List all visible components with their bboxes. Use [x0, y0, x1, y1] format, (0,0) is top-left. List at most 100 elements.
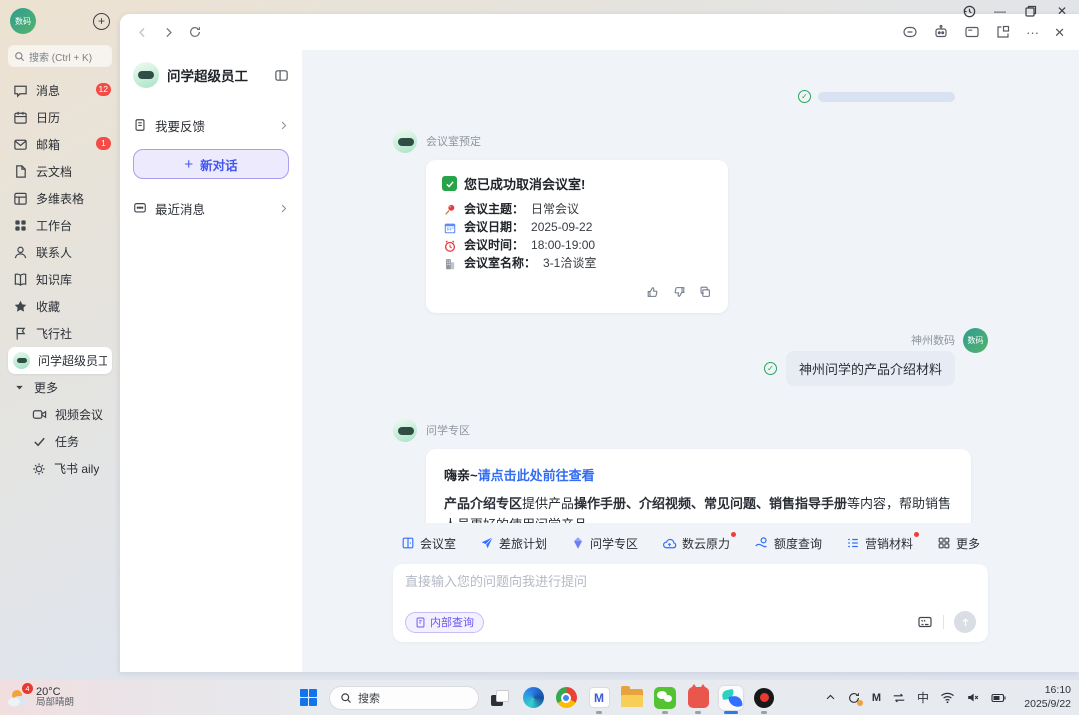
robot-icon[interactable]: [933, 24, 949, 40]
building-icon: [442, 256, 457, 271]
chip-marketing-material[interactable]: 营销材料: [846, 535, 913, 552]
global-search-input[interactable]: 搜索 (Ctrl + K): [8, 45, 112, 67]
bot-avatar: [133, 62, 159, 88]
sidebar-item-contacts[interactable]: 联系人: [8, 239, 112, 266]
composer: 内部查询: [393, 564, 988, 642]
taskbar: 4 20°C 局部晴朗 搜索 M M 中 16:10 2025/9/: [0, 680, 1079, 715]
chip-wenxue-zone[interactable]: 问学专区: [571, 535, 638, 552]
new-chat-button[interactable]: + 新对话: [133, 149, 289, 179]
feedback-doc-icon: [133, 118, 147, 132]
edge-icon[interactable]: [521, 686, 545, 710]
video-icon: [32, 407, 47, 422]
message-bubble: 神州问学的产品介绍材料: [786, 351, 955, 386]
plus-icon: +: [184, 157, 193, 172]
chrome-icon[interactable]: [554, 686, 578, 710]
wenxue-card: 嗨亲~请点击此处前往查看 产品介绍专区提供产品操作手册、介绍视频、常见问题、销售…: [426, 449, 971, 524]
battery-icon[interactable]: [991, 692, 1007, 704]
recorder-icon[interactable]: [752, 686, 776, 710]
chip-quota-query[interactable]: 额度查询: [754, 535, 822, 552]
sidebar-item-video-meeting[interactable]: 视频会议: [8, 401, 112, 428]
taskbar-search[interactable]: 搜索: [329, 686, 479, 710]
sidebar-item-messages[interactable]: 消息 12: [8, 77, 112, 104]
thumbs-down-icon[interactable]: [672, 285, 686, 299]
chip-meeting-room[interactable]: 会议室: [401, 535, 456, 552]
sidebar-item-more[interactable]: 更多: [8, 374, 112, 401]
sidebar-item-workbench[interactable]: 工作台: [8, 212, 112, 239]
data-transfer-icon[interactable]: [892, 691, 906, 705]
sidebar-item-wenxue-bot[interactable]: 问学超级员工: [8, 347, 112, 374]
app-backdrop: — ✕ 数码 + 搜索 (Ctrl + K) 消息 12 日历 邮箱 1: [0, 0, 1079, 680]
bot-avatar[interactable]: [393, 418, 417, 442]
read-status-icon: ✓: [798, 90, 811, 103]
meeting-room-icon: [401, 536, 415, 550]
go-view-link[interactable]: 请点击此处前往查看: [478, 468, 595, 483]
markdown-app-icon[interactable]: M: [587, 686, 611, 710]
book-icon: [13, 272, 28, 287]
user-avatar[interactable]: 数码: [10, 8, 36, 34]
shortcut-panel-icon[interactable]: [917, 614, 933, 630]
notification-dot: [731, 532, 736, 537]
sidebar-item-community[interactable]: 飞行社: [8, 320, 112, 347]
chevron-right-icon: [278, 120, 289, 131]
copy-icon[interactable]: [698, 285, 712, 299]
recent-messages-item[interactable]: 最近消息: [133, 191, 289, 225]
internal-query-chip[interactable]: 内部查询: [405, 612, 484, 633]
user-avatar[interactable]: 数码: [963, 328, 988, 353]
check-icon: [32, 434, 47, 449]
restore-button[interactable]: [1022, 3, 1040, 19]
volume-muted-icon[interactable]: [966, 691, 980, 704]
chip-travel-plan[interactable]: 差旅计划: [480, 535, 547, 552]
wechat-icon[interactable]: [653, 686, 677, 710]
sidebar-item-wiki[interactable]: 知识库: [8, 266, 112, 293]
taskbar-clock[interactable]: 16:10 2025/9/22: [1024, 684, 1071, 711]
forward-icon[interactable]: [162, 26, 175, 39]
weather-widget[interactable]: 4 20°C 局部晴朗: [7, 686, 117, 710]
more-icon[interactable]: ···: [1026, 26, 1039, 39]
doc-search-icon: [415, 617, 426, 628]
file-explorer-icon[interactable]: [620, 686, 644, 710]
sidebar-item-favorites[interactable]: 收藏: [8, 293, 112, 320]
sidebar-toggle-icon[interactable]: [274, 68, 289, 83]
bot-window: ··· ✕ 问学超级员工 我要反馈 +: [120, 14, 1079, 672]
feedback-item[interactable]: 我要反馈: [133, 108, 289, 142]
task-view-button[interactable]: [488, 686, 512, 710]
composer-input[interactable]: [405, 574, 976, 589]
close-panel-icon[interactable]: ✕: [1054, 26, 1065, 39]
alarm-clock-icon: [442, 238, 457, 253]
sidebar-item-base[interactable]: 多维表格: [8, 185, 112, 212]
bot-avatar[interactable]: [393, 129, 417, 153]
weather-alert-badge: 4: [22, 683, 33, 694]
annotation-icon[interactable]: [902, 24, 918, 40]
success-check-icon: [442, 176, 457, 191]
chip-shuyun[interactable]: 数云原力: [662, 535, 730, 552]
sync-icon[interactable]: [847, 691, 861, 705]
ime-indicator[interactable]: 中: [917, 689, 929, 706]
sidebar-item-docs[interactable]: 云文档: [8, 158, 112, 185]
wifi-icon[interactable]: [940, 691, 955, 704]
history-icon[interactable]: [960, 3, 978, 19]
back-icon[interactable]: [136, 26, 149, 39]
unread-badge: 12: [96, 83, 111, 96]
add-icon[interactable]: +: [93, 13, 110, 30]
sidebar-item-aily[interactable]: 飞书 aily: [8, 455, 112, 482]
sidebar-item-calendar[interactable]: 日历: [8, 104, 112, 131]
close-window-button[interactable]: ✕: [1053, 3, 1071, 19]
cat-app-icon[interactable]: [686, 686, 710, 710]
thumbs-up-icon[interactable]: [646, 285, 660, 299]
sidebar-item-mail[interactable]: 邮箱 1: [8, 131, 112, 158]
card-view-icon[interactable]: [964, 24, 980, 40]
send-button[interactable]: [954, 611, 976, 633]
sidebar-item-tasks[interactable]: 任务: [8, 428, 112, 455]
chevron-right-icon: [278, 203, 289, 214]
feishu-icon[interactable]: [719, 686, 743, 710]
pop-out-icon[interactable]: [995, 24, 1011, 40]
bot-title: 问学超级员工: [167, 65, 266, 85]
chip-more[interactable]: 更多: [937, 535, 980, 552]
message-list: ✓ 会议室预定 您已成功取: [393, 50, 988, 523]
m-tray-icon[interactable]: M: [872, 692, 881, 704]
start-button[interactable]: [296, 686, 320, 710]
minimize-button[interactable]: —: [991, 3, 1009, 19]
tray-expand-icon[interactable]: [825, 692, 836, 703]
hand-coin-icon: [754, 536, 769, 551]
refresh-icon[interactable]: [188, 25, 202, 39]
